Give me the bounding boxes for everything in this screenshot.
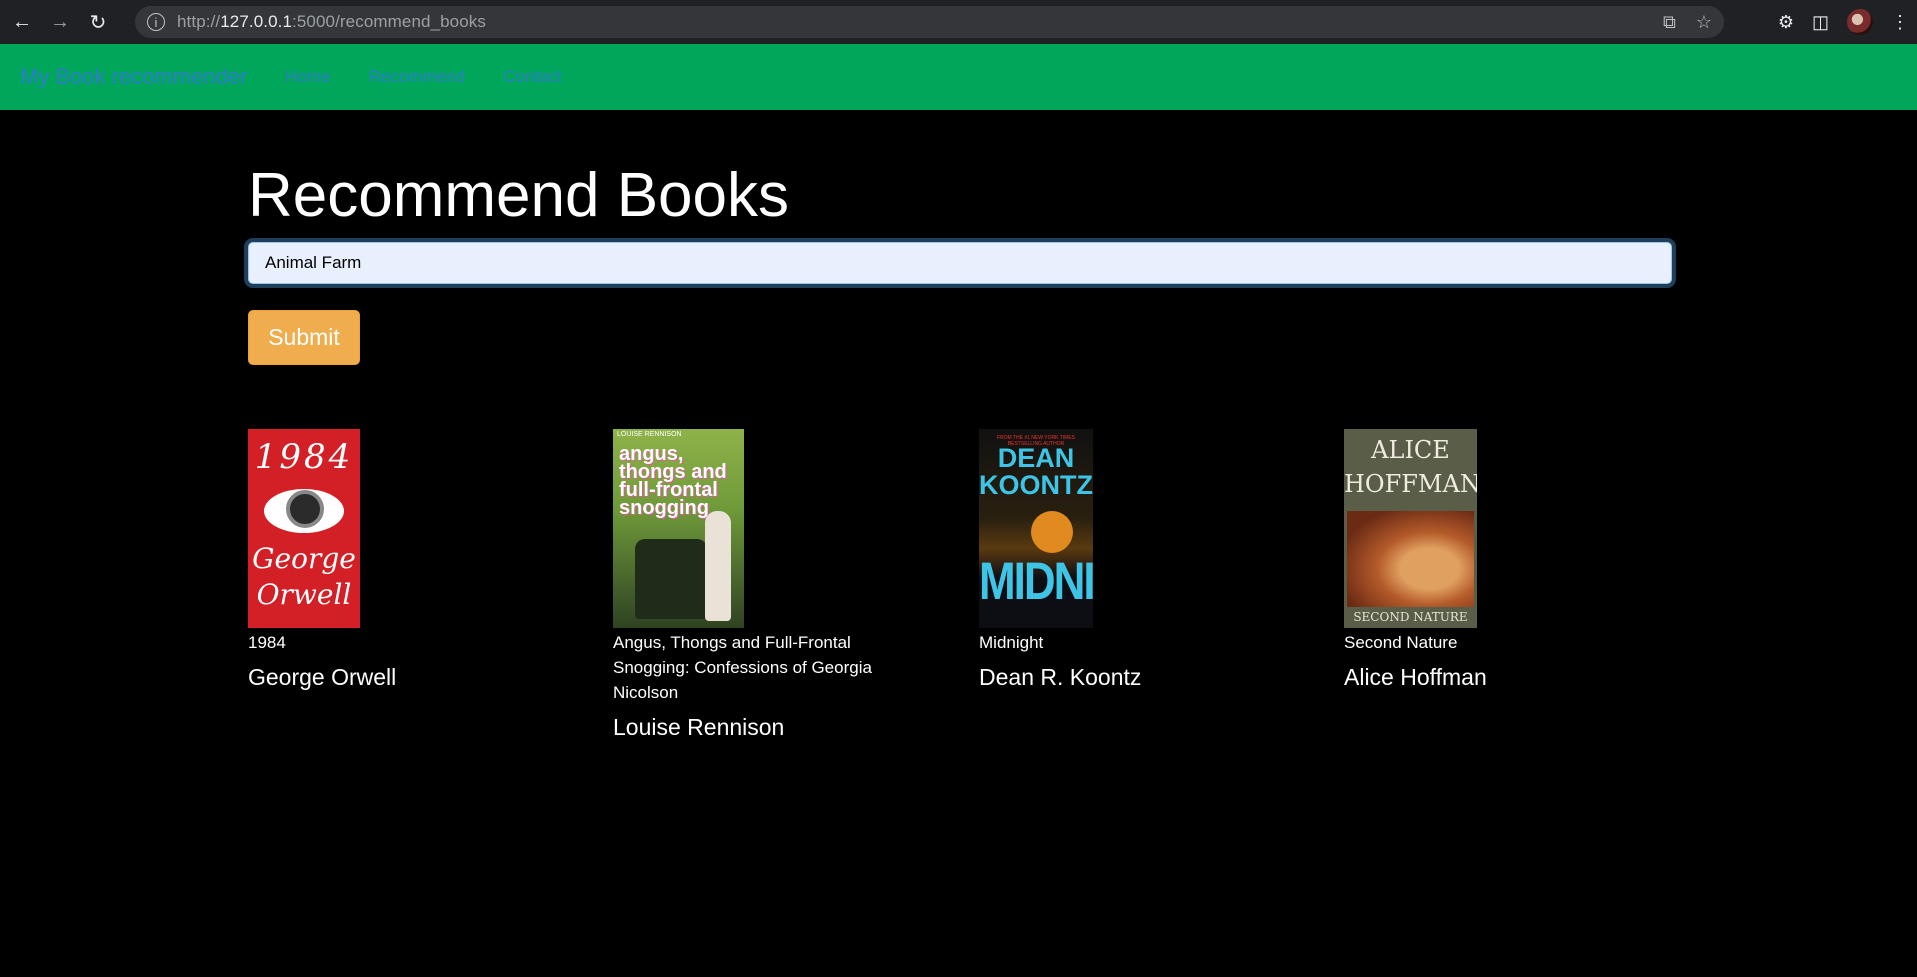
- book-author: Dean R. Koontz: [979, 664, 1142, 690]
- nav-link-home[interactable]: Home: [285, 67, 330, 87]
- share-icon[interactable]: ⧉: [1663, 12, 1676, 33]
- book-title: Second Nature: [1344, 633, 1458, 652]
- book-cover-image: ALICE HOFFMAN SECOND NATURE: [1344, 429, 1477, 628]
- extensions-icon[interactable]: ⚙: [1778, 12, 1794, 33]
- nav-link-contact[interactable]: Contact: [503, 67, 562, 87]
- book-cover-image: 1984 George Orwell: [248, 429, 360, 628]
- book-card: 1984 George Orwell 1984 George Orwell: [248, 429, 548, 691]
- submit-button[interactable]: Submit: [248, 310, 360, 365]
- book-title: 1984: [248, 633, 286, 652]
- page-title: Recommend Books: [248, 161, 790, 230]
- book-card: ALICE HOFFMAN SECOND NATURE Second Natur…: [1344, 429, 1644, 691]
- bookmark-star-icon[interactable]: ☆: [1696, 12, 1712, 33]
- profile-avatar[interactable]: [1847, 9, 1873, 35]
- book-card: FROM THE #1 NEW YORK TIMES BESTSELLING A…: [979, 429, 1279, 691]
- book-cover-image: LOUISE RENNISON angus, thongs and full-f…: [613, 429, 744, 628]
- book-title: Midnight: [979, 633, 1044, 652]
- book-cover-image: FROM THE #1 NEW YORK TIMES BESTSELLING A…: [979, 429, 1093, 628]
- reload-icon[interactable]: ↻: [82, 6, 114, 38]
- browser-toolbar: ← → ↻ i http://127.0.0.1:5000/recommend_…: [0, 0, 1917, 44]
- forward-icon[interactable]: →: [44, 6, 76, 38]
- book-search-input[interactable]: [248, 242, 1672, 284]
- site-navbar: My Book recommender Home Recommend Conta…: [0, 44, 1917, 110]
- nav-link-recommend[interactable]: Recommend: [369, 67, 465, 87]
- book-author: Alice Hoffman: [1344, 664, 1487, 690]
- book-title: Angus, Thongs and Full-Frontal Snogging:…: [613, 633, 872, 702]
- address-bar[interactable]: i http://127.0.0.1:5000/recommend_books …: [135, 6, 1724, 38]
- back-icon[interactable]: ←: [6, 6, 38, 38]
- url-text: http://127.0.0.1:5000/recommend_books: [177, 12, 486, 31]
- book-author: Louise Rennison: [613, 714, 785, 740]
- navbar-brand[interactable]: My Book recommender: [20, 64, 247, 90]
- menu-kebab-icon[interactable]: ⋮: [1891, 12, 1909, 33]
- site-info-icon[interactable]: i: [147, 13, 165, 31]
- side-panel-icon[interactable]: ◫: [1812, 12, 1829, 33]
- book-card: LOUISE RENNISON angus, thongs and full-f…: [613, 429, 903, 741]
- book-author: George Orwell: [248, 664, 397, 690]
